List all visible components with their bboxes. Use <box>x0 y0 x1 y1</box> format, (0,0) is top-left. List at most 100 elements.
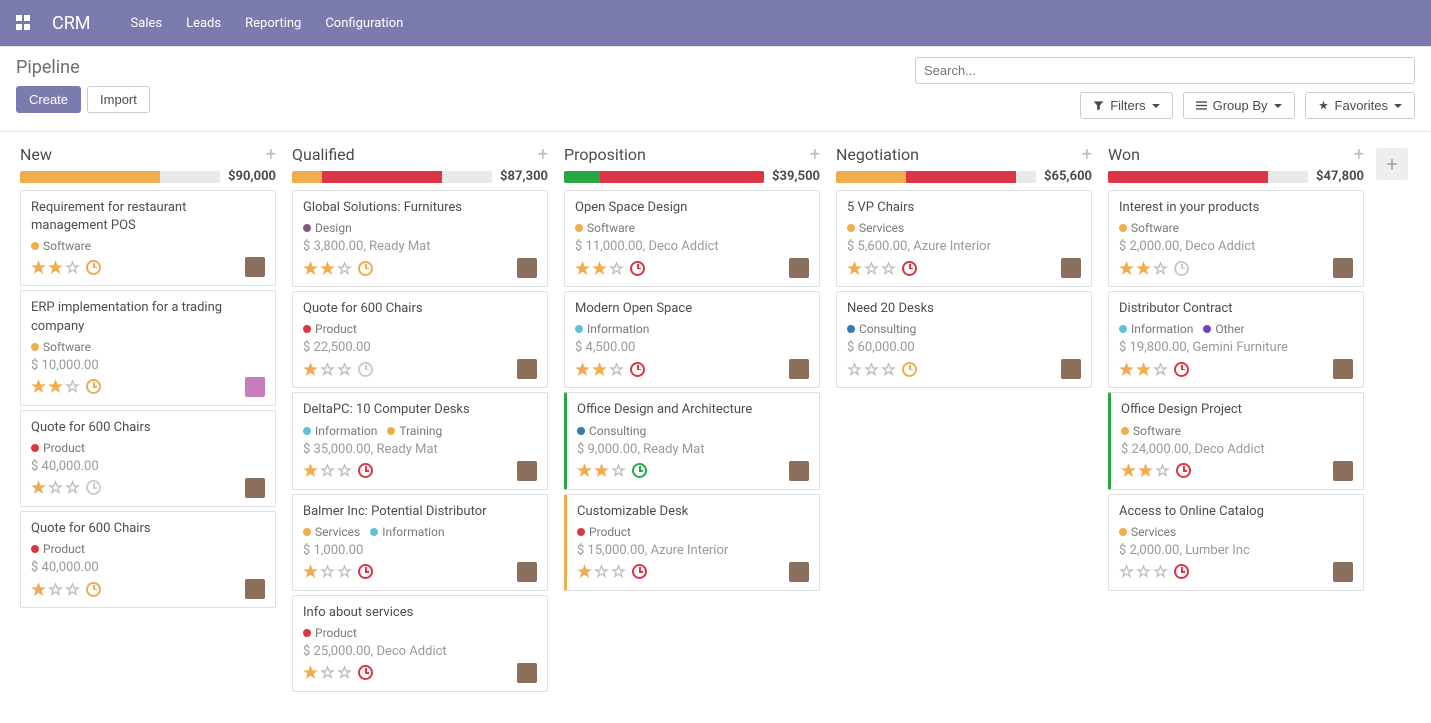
nav-reporting[interactable]: Reporting <box>245 16 301 31</box>
star-icon[interactable] <box>48 480 63 495</box>
avatar[interactable] <box>245 257 265 277</box>
star-icon[interactable] <box>864 362 879 377</box>
nav-sales[interactable]: Sales <box>131 16 163 31</box>
activity-clock-icon[interactable] <box>1174 564 1189 579</box>
avatar[interactable] <box>517 663 537 683</box>
star-icon[interactable] <box>303 463 318 478</box>
kanban-card[interactable]: Distributor ContractInformationOther$ 19… <box>1108 291 1364 388</box>
avatar[interactable] <box>517 461 537 481</box>
star-icon[interactable] <box>609 362 624 377</box>
nav-configuration[interactable]: Configuration <box>325 16 403 31</box>
avatar[interactable] <box>1333 461 1353 481</box>
column-progress-bar[interactable] <box>564 171 764 183</box>
star-icon[interactable] <box>1136 261 1151 276</box>
column-add-icon[interactable]: + <box>538 144 548 165</box>
avatar[interactable] <box>517 258 537 278</box>
activity-clock-icon[interactable] <box>86 260 101 275</box>
star-icon[interactable] <box>303 564 318 579</box>
star-icon[interactable] <box>577 463 592 478</box>
card-priority-stars[interactable] <box>31 260 101 275</box>
kanban-card[interactable]: Access to Online CatalogServices$ 2,000.… <box>1108 494 1364 591</box>
column-progress-bar[interactable] <box>836 171 1036 183</box>
star-icon[interactable] <box>337 564 352 579</box>
activity-clock-icon[interactable] <box>632 564 647 579</box>
column-add-icon[interactable]: + <box>1354 144 1364 165</box>
star-icon[interactable] <box>337 463 352 478</box>
card-priority-stars[interactable] <box>577 463 647 478</box>
column-add-icon[interactable]: + <box>810 144 820 165</box>
activity-clock-icon[interactable] <box>1174 261 1189 276</box>
avatar[interactable] <box>1061 359 1081 379</box>
star-icon[interactable] <box>65 480 80 495</box>
column-progress-bar[interactable] <box>20 171 220 183</box>
activity-clock-icon[interactable] <box>1176 463 1191 478</box>
kanban-card[interactable]: Office Design and ArchitectureConsulting… <box>564 392 820 489</box>
star-icon[interactable] <box>31 480 46 495</box>
star-icon[interactable] <box>592 261 607 276</box>
star-icon[interactable] <box>881 362 896 377</box>
star-icon[interactable] <box>48 582 63 597</box>
star-icon[interactable] <box>847 261 862 276</box>
activity-clock-icon[interactable] <box>630 261 645 276</box>
star-icon[interactable] <box>31 379 46 394</box>
activity-clock-icon[interactable] <box>358 564 373 579</box>
star-icon[interactable] <box>337 665 352 680</box>
avatar[interactable] <box>245 478 265 498</box>
star-icon[interactable] <box>577 564 592 579</box>
kanban-card[interactable]: Need 20 DesksConsulting$ 60,000.00 <box>836 291 1092 388</box>
star-icon[interactable] <box>48 379 63 394</box>
card-priority-stars[interactable] <box>1119 564 1189 579</box>
star-icon[interactable] <box>881 261 896 276</box>
avatar[interactable] <box>1333 359 1353 379</box>
star-icon[interactable] <box>1136 564 1151 579</box>
kanban-card[interactable]: Quote for 600 ChairsProduct$ 40,000.00 <box>20 410 276 507</box>
kanban-card[interactable]: Requirement for restaurant management PO… <box>20 190 276 286</box>
star-icon[interactable] <box>611 564 626 579</box>
star-icon[interactable] <box>65 582 80 597</box>
kanban-card[interactable]: Office Design ProjectSoftware$ 24,000.00… <box>1108 392 1364 489</box>
card-priority-stars[interactable] <box>1119 261 1189 276</box>
card-priority-stars[interactable] <box>847 362 917 377</box>
star-icon[interactable] <box>1138 463 1153 478</box>
activity-clock-icon[interactable] <box>630 362 645 377</box>
avatar[interactable] <box>245 579 265 599</box>
kanban-card[interactable]: Global Solutions: FurnituresDesign$ 3,80… <box>292 190 548 287</box>
star-icon[interactable] <box>1153 564 1168 579</box>
star-icon[interactable] <box>575 261 590 276</box>
card-priority-stars[interactable] <box>31 582 101 597</box>
card-priority-stars[interactable] <box>303 261 373 276</box>
card-priority-stars[interactable] <box>303 463 373 478</box>
avatar[interactable] <box>1333 562 1353 582</box>
card-priority-stars[interactable] <box>575 261 645 276</box>
star-icon[interactable] <box>31 582 46 597</box>
star-icon[interactable] <box>1119 362 1134 377</box>
card-priority-stars[interactable] <box>31 379 101 394</box>
star-icon[interactable] <box>320 362 335 377</box>
star-icon[interactable] <box>303 665 318 680</box>
activity-clock-icon[interactable] <box>632 463 647 478</box>
star-icon[interactable] <box>65 379 80 394</box>
card-priority-stars[interactable] <box>577 564 647 579</box>
star-icon[interactable] <box>1119 261 1134 276</box>
card-priority-stars[interactable] <box>847 261 917 276</box>
star-icon[interactable] <box>320 564 335 579</box>
avatar[interactable] <box>517 562 537 582</box>
card-priority-stars[interactable] <box>1121 463 1191 478</box>
avatar[interactable] <box>517 359 537 379</box>
star-icon[interactable] <box>1136 362 1151 377</box>
star-icon[interactable] <box>864 261 879 276</box>
avatar[interactable] <box>1061 258 1081 278</box>
favorites-button[interactable]: Favorites <box>1305 92 1415 119</box>
star-icon[interactable] <box>303 261 318 276</box>
import-button[interactable]: Import <box>87 86 150 113</box>
avatar[interactable] <box>789 359 809 379</box>
star-icon[interactable] <box>337 362 352 377</box>
card-priority-stars[interactable] <box>303 362 373 377</box>
avatar[interactable] <box>789 461 809 481</box>
activity-clock-icon[interactable] <box>358 665 373 680</box>
star-icon[interactable] <box>1119 564 1134 579</box>
star-icon[interactable] <box>575 362 590 377</box>
star-icon[interactable] <box>594 564 609 579</box>
kanban-card[interactable]: 5 VP ChairsServices$ 5,600.00, Azure Int… <box>836 190 1092 287</box>
kanban-card[interactable]: Modern Open SpaceInformation$ 4,500.00 <box>564 291 820 388</box>
